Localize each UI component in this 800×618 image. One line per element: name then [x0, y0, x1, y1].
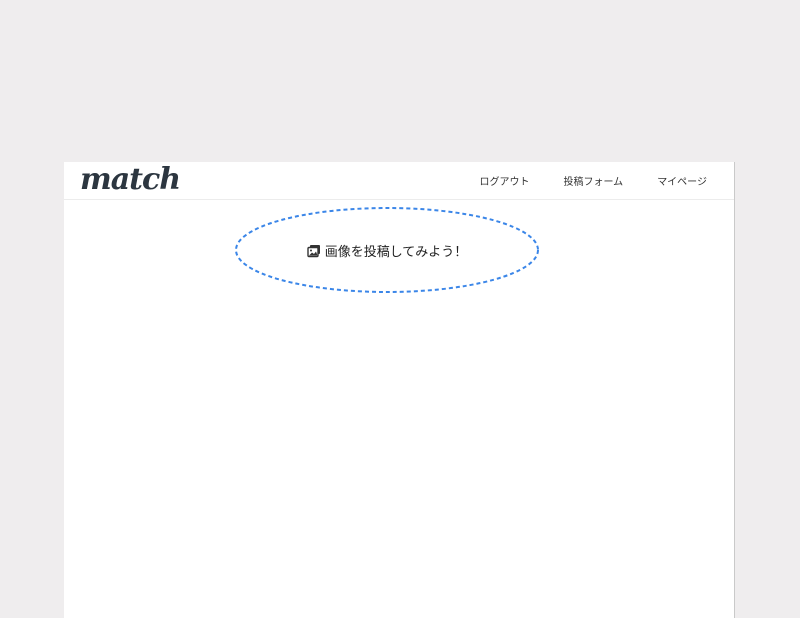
upload-label: 画像を投稿してみよう！ — [324, 244, 468, 260]
navbar: match ログアウト 投稿フォーム マイページ — [64, 162, 734, 200]
main-page: match ログアウト 投稿フォーム マイページ 画像を投稿してみよう！ — [64, 162, 735, 618]
image-icon — [306, 243, 321, 257]
nav-post-form-link[interactable]: 投稿フォーム — [563, 173, 623, 188]
image-upload-button[interactable]: 画像を投稿してみよう！ — [235, 207, 539, 293]
nav-links: ログアウト 投稿フォーム マイページ — [445, 162, 707, 199]
upload-content: 画像を投稿してみよう！ — [235, 207, 539, 293]
nav-mypage-link[interactable]: マイページ — [657, 173, 707, 188]
nav-logout-link[interactable]: ログアウト — [479, 173, 529, 188]
logo[interactable]: match — [80, 162, 181, 198]
